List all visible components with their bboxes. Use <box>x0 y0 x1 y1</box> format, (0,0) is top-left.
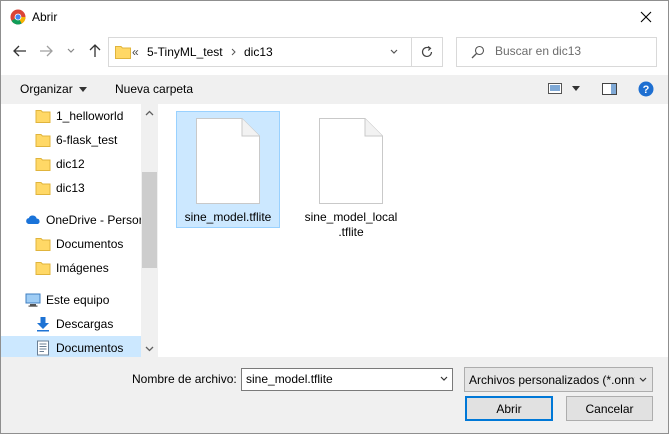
file-icon <box>196 118 260 204</box>
address-bar[interactable]: « 5-TinyML_test dic13 <box>108 37 443 67</box>
nav-item-6-flask-test[interactable]: 6-flask_test <box>35 128 141 152</box>
caret-down-icon <box>78 86 87 92</box>
nav-item-label: Descargas <box>56 317 114 331</box>
arrow-right-icon <box>40 45 53 57</box>
chevron-down-icon[interactable] <box>439 373 449 385</box>
nav-item-dic13[interactable]: dic13 <box>35 176 141 200</box>
file-icon <box>319 118 383 204</box>
chevron-up-icon <box>145 110 154 115</box>
download-icon <box>37 317 49 332</box>
nav-item-onedrive[interactable]: OneDrive - Persor <box>25 208 143 232</box>
nav-item-imagenes[interactable]: Imágenes <box>35 256 141 280</box>
folder-icon <box>35 110 51 123</box>
close-button[interactable] <box>623 1 668 32</box>
view-options-button[interactable] <box>548 83 580 94</box>
preview-pane-icon <box>602 83 617 95</box>
nav-item-label: Documentos <box>56 341 124 355</box>
caret-down-icon <box>572 86 580 91</box>
file-name: sine_model.tflite <box>184 210 272 224</box>
help-icon: ? <box>638 81 654 97</box>
file-name-line2: .tflite <box>338 225 364 239</box>
navigation-pane: 1_helloworld 6-flask_test dic12 dic13 On… <box>1 104 158 357</box>
refresh-icon <box>421 46 433 58</box>
file-item-sine-model-local[interactable]: sine_model_local .tflite <box>300 112 402 239</box>
filename-combobox[interactable] <box>241 368 453 391</box>
close-icon <box>640 11 651 22</box>
command-bar: Organizar Nueva carpeta ? <box>1 75 668 104</box>
breadcrumb-dic13[interactable]: dic13 <box>244 45 273 59</box>
open-label: Abrir <box>496 401 522 416</box>
nav-item-onedrive-documentos[interactable]: Documentos <box>35 232 141 256</box>
search-icon <box>471 45 485 59</box>
folder-icon <box>35 238 51 251</box>
organize-label: Organizar <box>20 82 73 96</box>
chevron-down-icon[interactable] <box>389 44 399 58</box>
nav-item-este-equipo[interactable]: Este equipo <box>25 288 141 312</box>
nav-item-label: 1_helloworld <box>56 109 124 123</box>
scroll-thumb[interactable] <box>142 172 157 268</box>
arrow-up-icon <box>89 44 101 57</box>
chevron-down-icon <box>639 377 647 382</box>
file-item-sine-model[interactable]: sine_model.tflite <box>176 111 280 228</box>
help-button[interactable]: ? <box>638 81 654 100</box>
breadcrumb-5-tinyml-test[interactable]: 5-TinyML_test <box>147 45 223 59</box>
organize-button[interactable]: Organizar <box>20 82 87 96</box>
nav-item-label: 6-flask_test <box>56 133 118 147</box>
forward-button[interactable] <box>36 41 56 61</box>
search-input[interactable] <box>495 43 645 59</box>
file-name: sine_model_local .tflite <box>300 210 402 240</box>
chrome-icon <box>10 9 26 25</box>
refresh-button[interactable] <box>411 38 442 66</box>
arrow-left-icon <box>13 45 26 57</box>
folder-icon <box>35 134 51 147</box>
nav-item-label: Este equipo <box>46 293 110 307</box>
search-box[interactable] <box>456 37 657 67</box>
cancel-label: Cancelar <box>585 401 634 416</box>
view-icon <box>548 83 562 94</box>
svg-text:?: ? <box>643 84 650 96</box>
chevron-down-icon <box>67 48 75 53</box>
folder-icon <box>35 262 51 275</box>
filename-label: Nombre de archivo: <box>132 372 237 386</box>
computer-icon <box>25 293 41 307</box>
window-title: Abrir <box>32 10 58 24</box>
cancel-button[interactable]: Cancelar <box>566 396 653 421</box>
nav-item-descargas[interactable]: Descargas <box>35 312 141 336</box>
new-folder-button[interactable]: Nueva carpeta <box>115 82 193 96</box>
scroll-up-button[interactable] <box>141 104 158 121</box>
filetype-select[interactable]: Archivos personalizados (*.onnx <box>464 367 653 392</box>
preview-pane-button[interactable] <box>602 83 617 98</box>
folder-icon <box>115 46 131 59</box>
nav-item-label: Documentos <box>56 237 124 251</box>
folder-icon <box>35 158 51 171</box>
filetype-value: Archivos personalizados (*.onnx <box>469 373 635 387</box>
nav-item-1-helloworld[interactable]: 1_helloworld <box>35 104 141 128</box>
nav-item-dic12[interactable]: dic12 <box>35 152 141 176</box>
onedrive-icon <box>26 215 40 224</box>
documents-icon <box>37 340 49 356</box>
chevron-right-icon[interactable] <box>231 48 237 56</box>
title-bar: Abrir <box>1 1 668 32</box>
nav-item-label: dic13 <box>56 181 85 195</box>
open-file-dialog: Abrir « 5-TinyML_test dic13 Organizar <box>0 0 669 434</box>
up-button[interactable] <box>85 41 105 61</box>
nav-scrollbar[interactable] <box>141 104 158 357</box>
file-list: sine_model.tflite sine_model_local .tfli… <box>161 104 668 357</box>
nav-item-label: OneDrive - Persor <box>46 213 143 227</box>
nav-item-label: dic12 <box>56 157 85 171</box>
recent-locations-button[interactable] <box>64 41 78 61</box>
nav-item-documentos[interactable]: Documentos <box>1 336 141 357</box>
file-name-line1: sine_model_local <box>304 210 398 224</box>
chevron-down-icon <box>145 346 154 351</box>
back-button[interactable] <box>10 41 30 61</box>
scroll-down-button[interactable] <box>141 340 158 357</box>
folder-icon <box>35 182 51 195</box>
nav-item-label: Imágenes <box>56 261 109 275</box>
filename-input[interactable] <box>246 372 426 386</box>
breadcrumb-overflow[interactable]: « <box>132 45 139 59</box>
open-button[interactable]: Abrir <box>465 396 553 421</box>
